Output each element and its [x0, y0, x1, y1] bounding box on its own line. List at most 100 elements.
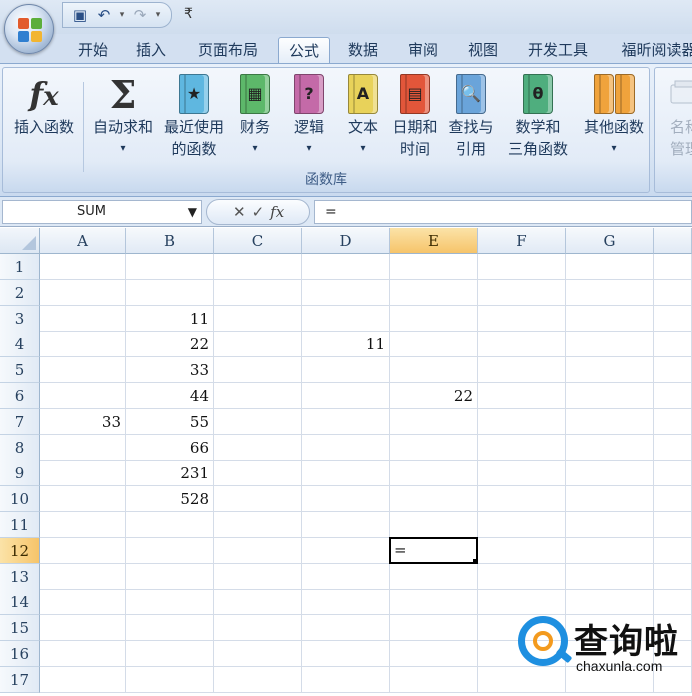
cell-a9[interactable]: [40, 460, 126, 487]
cell-e6[interactable]: 22: [390, 383, 478, 409]
cell-f11[interactable]: [478, 512, 566, 538]
defined-names-group[interactable]: 名称 管理: [654, 67, 692, 193]
cell-b1[interactable]: [126, 254, 214, 280]
cell-a5[interactable]: [40, 357, 126, 384]
row-header-5[interactable]: 5: [0, 357, 40, 384]
cell-a10[interactable]: [40, 486, 126, 513]
recently-used-button[interactable]: ★ 最近使用 的函数: [159, 72, 229, 160]
row-header-1[interactable]: 1: [0, 254, 40, 280]
enter-icon[interactable]: ✓: [252, 203, 265, 221]
cell-e1[interactable]: [390, 254, 478, 280]
cell-b9[interactable]: 231: [126, 460, 214, 487]
cell-c15[interactable]: [214, 615, 302, 642]
cell-a14[interactable]: [40, 589, 126, 616]
cell-c2[interactable]: [214, 279, 302, 306]
cell-e3[interactable]: [390, 305, 478, 332]
cell-b2[interactable]: [126, 279, 214, 306]
cell-d2[interactable]: [302, 279, 390, 306]
cell-e14[interactable]: [390, 589, 478, 616]
cell-b6[interactable]: 44: [126, 383, 214, 409]
date-time-button[interactable]: ▤ 日期和 时间: [389, 72, 441, 160]
row-header-12[interactable]: 12: [0, 537, 40, 564]
cell-g1[interactable]: [566, 254, 654, 280]
cell-d1[interactable]: [302, 254, 390, 280]
cell-f10[interactable]: [478, 486, 566, 513]
cell-f7[interactable]: [478, 408, 566, 435]
cell-f8[interactable]: [478, 434, 566, 461]
row-header-3[interactable]: 3: [0, 305, 40, 332]
cell-a4[interactable]: [40, 331, 126, 358]
formula-input[interactable]: =: [314, 200, 692, 224]
cell-a15[interactable]: [40, 615, 126, 642]
cell-f12[interactable]: [478, 537, 566, 564]
cell-g13[interactable]: [566, 563, 654, 590]
cell-h4[interactable]: [654, 331, 692, 358]
row-header-4[interactable]: 4: [0, 331, 40, 358]
cell-b7[interactable]: 55: [126, 408, 214, 435]
column-header-f[interactable]: F: [478, 228, 566, 254]
cell-c11[interactable]: [214, 512, 302, 538]
row-header-7[interactable]: 7: [0, 408, 40, 435]
cell-c4[interactable]: [214, 331, 302, 358]
undo-dropdown-icon[interactable]: ▾: [117, 5, 127, 25]
cell-g4[interactable]: [566, 331, 654, 358]
insert-function-icon[interactable]: fx: [270, 203, 284, 221]
redo-icon[interactable]: ↷: [129, 5, 151, 25]
tab-7[interactable]: 开发工具: [522, 37, 594, 64]
cell-c13[interactable]: [214, 563, 302, 590]
cell-g9[interactable]: [566, 460, 654, 487]
name-manager-button[interactable]: 名称 管理: [659, 72, 692, 160]
logical-button[interactable]: ? 逻辑 ▾: [289, 72, 329, 160]
cell-e11[interactable]: [390, 512, 478, 538]
cell-h11[interactable]: [654, 512, 692, 538]
insert-function-button[interactable]: fx 插入函数: [9, 72, 79, 138]
cell-a17[interactable]: [40, 666, 126, 693]
cell-g5[interactable]: [566, 357, 654, 384]
row-header-14[interactable]: 14: [0, 589, 40, 616]
cell-e5[interactable]: [390, 357, 478, 384]
cell-c6[interactable]: [214, 383, 302, 409]
cell-g12[interactable]: [566, 537, 654, 564]
cell-g11[interactable]: [566, 512, 654, 538]
cell-g10[interactable]: [566, 486, 654, 513]
cell-g6[interactable]: [566, 383, 654, 409]
tab-1[interactable]: 插入: [132, 37, 170, 64]
cell-e17[interactable]: [390, 666, 478, 693]
redo-dropdown-icon[interactable]: ▾: [153, 5, 163, 25]
cell-e2[interactable]: [390, 279, 478, 306]
cell-c8[interactable]: [214, 434, 302, 461]
row-header-13[interactable]: 13: [0, 563, 40, 590]
cell-h8[interactable]: [654, 434, 692, 461]
tab-4[interactable]: 数据: [344, 37, 382, 64]
cell-d12[interactable]: [302, 537, 390, 564]
cell-e4[interactable]: [390, 331, 478, 358]
cell-h13[interactable]: [654, 563, 692, 590]
cell-c14[interactable]: [214, 589, 302, 616]
row-header-8[interactable]: 8: [0, 434, 40, 461]
customize-toolbar-icon[interactable]: ₹: [184, 6, 193, 22]
math-trig-button[interactable]: θ 数学和 三角函数: [499, 72, 577, 160]
cell-h1[interactable]: [654, 254, 692, 280]
row-header-11[interactable]: 11: [0, 512, 40, 538]
cell-c10[interactable]: [214, 486, 302, 513]
name-box[interactable]: SUM ▼: [2, 200, 202, 224]
cell-h10[interactable]: [654, 486, 692, 513]
cell-a2[interactable]: [40, 279, 126, 306]
cell-g3[interactable]: [566, 305, 654, 332]
cell-d6[interactable]: [302, 383, 390, 409]
cell-a3[interactable]: [40, 305, 126, 332]
column-header-c[interactable]: C: [214, 228, 302, 254]
cell-a8[interactable]: [40, 434, 126, 461]
cell-e8[interactable]: [390, 434, 478, 461]
cell-d11[interactable]: [302, 512, 390, 538]
cell-a7[interactable]: 33: [40, 408, 126, 435]
cell-d16[interactable]: [302, 641, 390, 667]
cell-h2[interactable]: [654, 279, 692, 306]
cell-d5[interactable]: [302, 357, 390, 384]
text-button[interactable]: A 文本 ▾: [343, 72, 383, 160]
name-box-dropdown-icon[interactable]: ▼: [188, 201, 197, 223]
cell-c9[interactable]: [214, 460, 302, 487]
tab-5[interactable]: 审阅: [404, 37, 442, 64]
cell-b16[interactable]: [126, 641, 214, 667]
cell-b8[interactable]: 66: [126, 434, 214, 461]
